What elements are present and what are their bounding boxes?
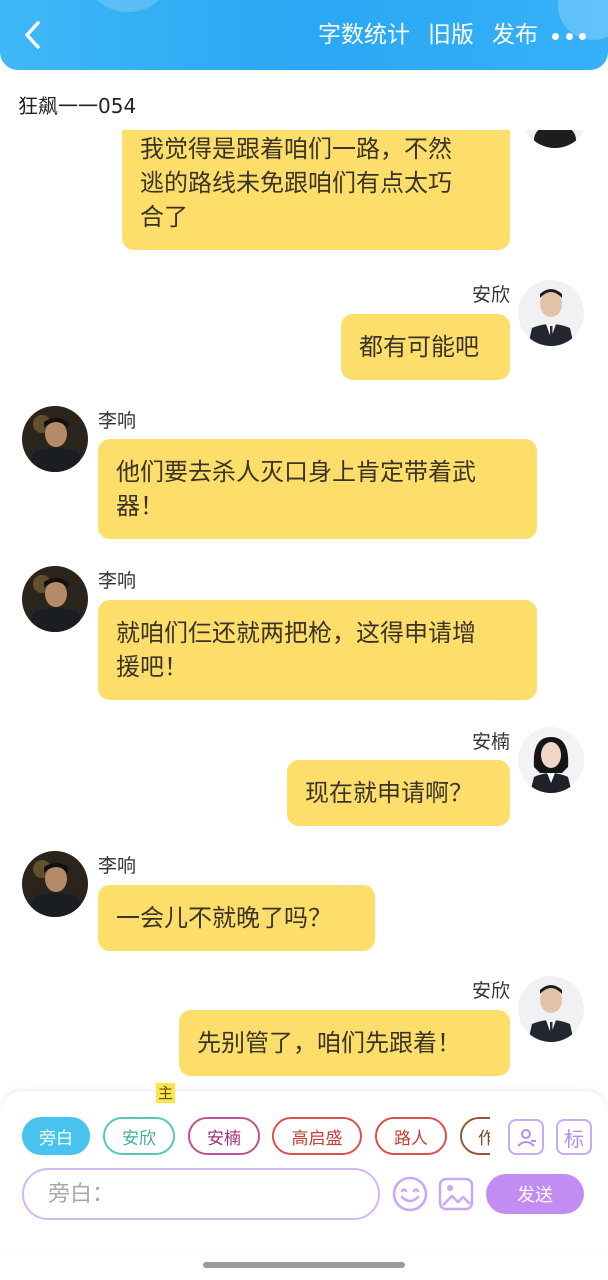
label-icon[interactable]: 标 [556, 1119, 592, 1155]
message-line: 现在就申请啊？ [305, 779, 473, 807]
word-count-button[interactable]: 字数统计 [318, 18, 410, 52]
chip-narration[interactable]: 旁白 [22, 1117, 90, 1155]
message-bubble: 一会儿不就晚了吗？ [98, 885, 375, 951]
message-line: 先别管了，咱们先跟着！ [197, 1029, 461, 1057]
message-line: 合了 [140, 203, 188, 231]
chevron-left-icon [25, 21, 40, 49]
chip-gaoqisheng[interactable]: 高启盛 [272, 1117, 362, 1155]
message-line: 一会儿不就晚了吗？ [116, 904, 332, 932]
header-decoration [92, 0, 164, 12]
message-bubble: 现在就申请啊？ [287, 760, 510, 826]
chip-passerby[interactable]: 路人 [375, 1117, 447, 1155]
message-line: 逃的路线未免跟咱们有点太巧 [140, 169, 452, 197]
image-icon[interactable] [437, 1175, 475, 1213]
publish-button[interactable]: 发布 [492, 18, 538, 52]
main-character-tag: 主 [156, 1083, 176, 1103]
avatar-lixiang[interactable] [22, 851, 88, 917]
message-line: 就咱们仨还就两把枪，这得申请增 [116, 619, 476, 647]
speaker-name: 安欣 [471, 284, 510, 306]
chat-title: 狂飙一一054 [18, 94, 137, 118]
send-button[interactable]: 发送 [486, 1174, 584, 1214]
message-line: 都有可能吧 [359, 333, 479, 361]
old-version-button[interactable]: 旧版 [428, 18, 474, 52]
speaker-name: 安欣 [471, 980, 510, 1002]
top-app-bar: 字数统计 旧版 发布 [0, 0, 608, 70]
message-input[interactable] [22, 1168, 380, 1220]
message-line: 器！ [116, 492, 164, 520]
avatar[interactable] [522, 130, 588, 148]
speaker-chip-row[interactable]: 旁白 安欣 安楠 高启盛 路人 作 [22, 1117, 490, 1157]
emoji-icon[interactable] [391, 1175, 429, 1213]
speaker-name: 安楠 [471, 731, 510, 753]
speaker-name: 李响 [98, 410, 137, 432]
avatar-anxin[interactable] [518, 976, 584, 1042]
message-bubble: 都有可能吧 [341, 314, 510, 380]
message-bubble: 先别管了，咱们先跟着！ [179, 1010, 510, 1076]
avatar-lixiang[interactable] [22, 406, 88, 472]
avatar-anxin[interactable] [518, 280, 584, 346]
chip-annan[interactable]: 安楠 [188, 1117, 260, 1155]
message-line: 我觉得是跟着咱们一路，不然 [140, 135, 452, 163]
home-indicator[interactable] [203, 1262, 405, 1268]
character-manage-icon[interactable] [508, 1119, 544, 1155]
message-bubble: 他们要去杀人灭口身上肯定带着武 器！ [98, 439, 537, 539]
message-bubble: 就咱们仨还就两把枪，这得申请增 援吧！ [98, 600, 537, 700]
message-list[interactable]: 我觉得是跟着咱们一路，不然 逃的路线未免跟咱们有点太巧 合了 安欣 都有可能吧 … [0, 130, 608, 1090]
chip-author[interactable]: 作 [460, 1117, 490, 1155]
avatar-lixiang[interactable] [22, 566, 88, 632]
message-line: 他们要去杀人灭口身上肯定带着武 [116, 458, 476, 486]
speaker-name: 李响 [98, 855, 137, 877]
back-button[interactable] [18, 18, 48, 52]
message-bubble: 我觉得是跟着咱们一路，不然 逃的路线未免跟咱们有点太巧 合了 [122, 130, 510, 250]
avatar-annan[interactable] [518, 727, 584, 793]
chip-anxin[interactable]: 安欣 [103, 1117, 175, 1155]
speaker-name: 李响 [98, 570, 137, 592]
message-line: 援吧！ [116, 653, 188, 681]
more-options-icon[interactable] [552, 22, 586, 50]
label-icon-text: 标 [564, 1126, 584, 1151]
